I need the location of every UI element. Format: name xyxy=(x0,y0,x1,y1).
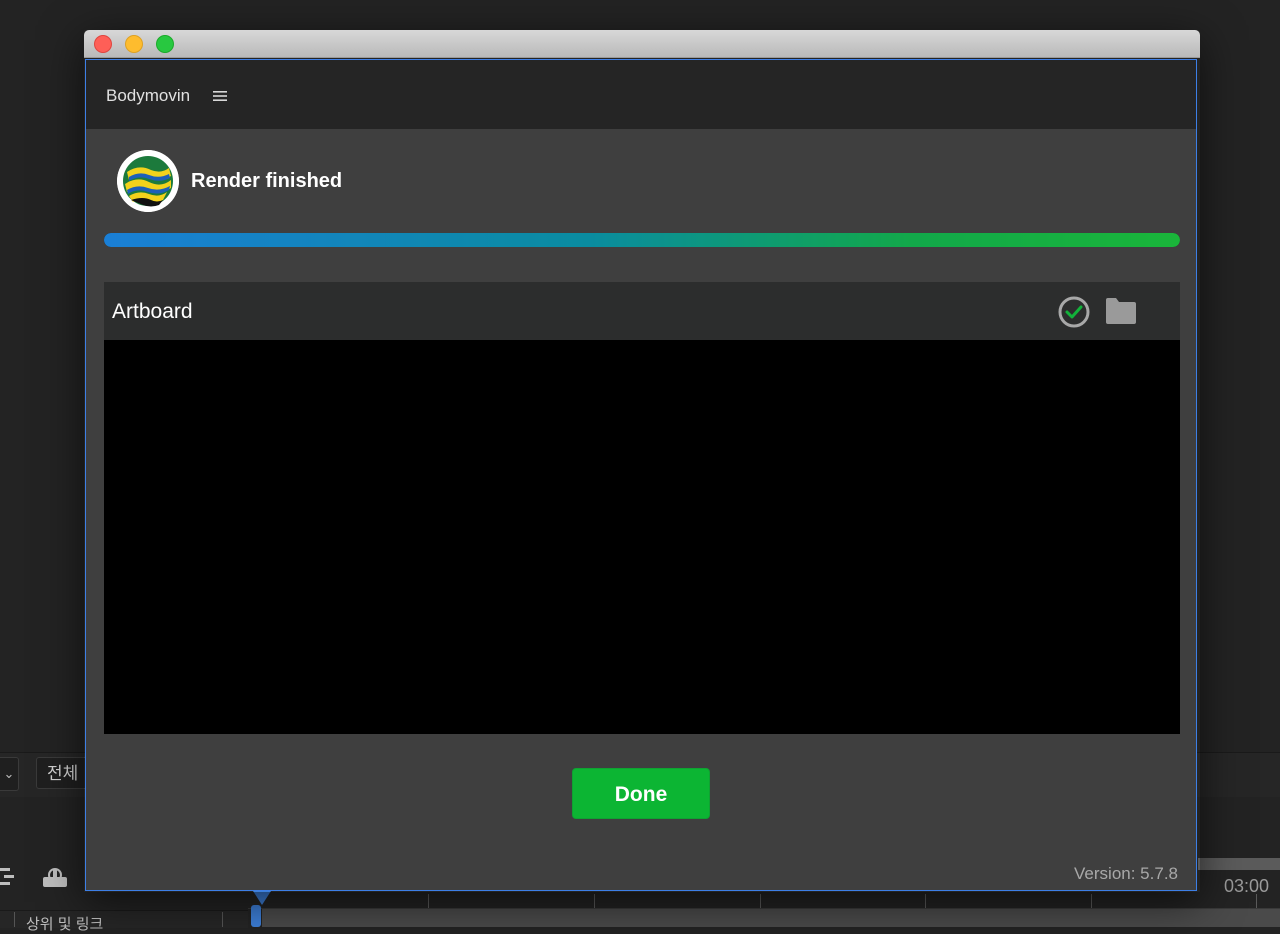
ruler-tick xyxy=(428,894,429,908)
close-window-button[interactable] xyxy=(94,35,112,53)
ruler-tick xyxy=(594,894,595,908)
app-title: Bodymovin xyxy=(106,86,191,105)
time-ruler[interactable] xyxy=(248,892,1280,909)
parent-link-column-label: 상위 및 링크 xyxy=(26,916,104,933)
column-divider xyxy=(222,912,223,927)
bodymovin-panel: Bodymovin Render finished Artboard Done … xyxy=(85,59,1197,891)
composition-header: Artboard xyxy=(104,282,1180,340)
render-progress-fill xyxy=(104,233,1180,247)
folder-icon[interactable] xyxy=(1104,296,1138,326)
maximize-window-button[interactable] xyxy=(156,35,174,53)
layer-track[interactable] xyxy=(262,909,1280,927)
layers-icon[interactable] xyxy=(0,866,14,892)
chevron-down-icon[interactable]: ⌄ xyxy=(0,757,19,791)
work-area-bar[interactable] xyxy=(1198,858,1280,870)
composition-card: Artboard xyxy=(104,282,1180,734)
ruler-tick xyxy=(925,894,926,908)
playhead-marker[interactable] xyxy=(253,891,271,905)
column-divider xyxy=(14,912,15,927)
hamburger-menu-icon[interactable] xyxy=(212,88,228,104)
bodymovin-logo-icon xyxy=(117,150,179,212)
ruler-tick xyxy=(760,894,761,908)
composition-preview xyxy=(104,340,1180,734)
composition-name: Artboard xyxy=(112,300,193,323)
window-titlebar[interactable] xyxy=(84,30,1200,58)
shy-layer-icon[interactable] xyxy=(40,866,70,890)
check-circle-icon xyxy=(1057,295,1091,329)
minimize-window-button[interactable] xyxy=(125,35,143,53)
render-status-title: Render finished xyxy=(191,170,343,192)
ruler-tick xyxy=(1091,894,1092,908)
ruler-tick xyxy=(1256,894,1257,908)
panel-header: Bodymovin xyxy=(86,60,1196,129)
version-label: Version: 5.7.8 xyxy=(1074,864,1178,883)
render-progress-bar xyxy=(104,233,1180,247)
playhead-line[interactable] xyxy=(251,905,261,927)
bodymovin-window: Bodymovin Render finished Artboard Done … xyxy=(84,30,1200,892)
done-button[interactable]: Done xyxy=(572,768,710,819)
